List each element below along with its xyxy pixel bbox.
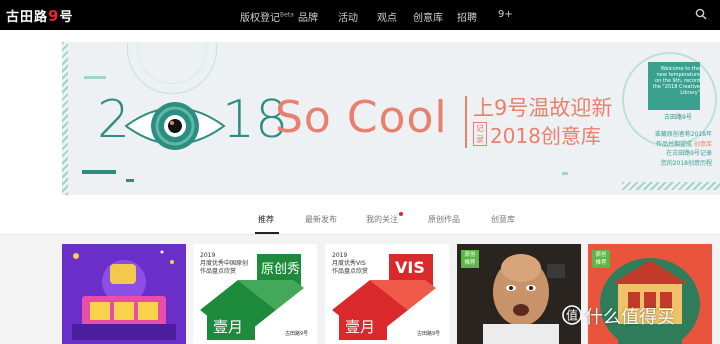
nav-events[interactable]: 活动 (338, 9, 358, 24)
banner-divider (465, 96, 467, 148)
banner-brand-small: 古田路9号 (664, 114, 692, 121)
card-month: 壹月 (213, 318, 244, 336)
banner-cn-line: 在古田路9号记录 (666, 150, 712, 157)
nav-creative-library[interactable]: 创意库 (413, 9, 443, 24)
card-brand: 古田路9号 (417, 331, 441, 337)
card-brand: 古田路9号 (285, 331, 309, 337)
card-title-line: 作品盘点欣赏 (332, 268, 369, 275)
card-title-line: 月度优秀中国原创 (200, 260, 249, 267)
banner-headline-cn-2: 2018创意库 (490, 124, 601, 148)
search-icon[interactable] (695, 8, 707, 20)
nav-opinions[interactable]: 观点 (377, 9, 397, 24)
nav-label: 版权登记 (240, 13, 280, 24)
nav-jobs[interactable]: 招聘 (457, 9, 477, 24)
card-title-line: 作品盘点欣赏 (200, 268, 237, 275)
banner-cn-line: 谁藏原创者称2018年 (654, 131, 712, 138)
nav-brand[interactable]: 品牌 (298, 9, 318, 24)
spring-festival-artwork (62, 244, 186, 344)
site-logo[interactable]: 古田路9号 (6, 6, 73, 25)
watermark-text: 什么值得买 (585, 307, 675, 328)
banner-headline-cn-1: 上9号温故迎新 (473, 96, 613, 120)
watermark-value-icon: 值 (562, 305, 582, 325)
work-card[interactable]: 2019 月度优秀VIS 作品盘点欣赏 VIS 壹月 古田路9号 (325, 244, 449, 344)
work-card[interactable]: 原创 推荐 (588, 244, 712, 344)
card-month: 壹月 (345, 318, 376, 336)
banner-headline-en: So Cool (275, 92, 448, 143)
logo-suffix: 号 (59, 10, 74, 25)
banner-dash-decoration (562, 172, 568, 175)
card-year: 2019 (332, 252, 348, 259)
beta-badge: Beta (280, 11, 294, 19)
tab-following[interactable]: 我的关注 (366, 214, 398, 225)
logo-text: 古田路 (6, 10, 49, 25)
banner-cn-blurb: 谁藏原创者称2018年 作品并期望成 创意库 在古田路9号记录 您的2018创意… (610, 130, 712, 168)
work-card[interactable]: 2019 月度优秀中国原创 作品盘点欣赏 原创秀 壹月 古田路9号 (193, 244, 317, 344)
badge-line: 原创 (595, 252, 607, 258)
card-year: 2019 (200, 252, 216, 259)
tab-creative-library[interactable]: 创意库 (491, 214, 515, 225)
banner-cn-line: 作品并期望成 创意库 (610, 140, 712, 150)
tab-latest[interactable]: 最新发布 (305, 214, 337, 225)
banner-dash-decoration (84, 76, 106, 79)
card-seal-text: 原创秀 (261, 262, 301, 277)
banner-stamp: 记录 (473, 122, 487, 146)
svg-text:值: 值 (566, 308, 578, 323)
banner-dash-decoration (126, 179, 134, 182)
banner-dash-decoration (82, 170, 116, 174)
top-nav-bar: 古田路9号 版权登记Beta 品牌 活动 观点 创意库 招聘 9+ (0, 0, 720, 30)
work-card[interactable]: 原创 推荐 (457, 244, 581, 344)
banner-stripe-bottom (622, 182, 720, 190)
card-seal-text: VIS (395, 258, 425, 277)
logo-nine: 9 (48, 7, 60, 25)
badge-line: 推荐 (464, 260, 476, 266)
nav-copyright-registration[interactable]: 版权登记Beta (240, 9, 294, 24)
badge-line: 原创 (464, 252, 476, 258)
notification-dot (399, 212, 403, 216)
card-title-line: 月度优秀VIS (332, 260, 366, 267)
banner-stripe-left (62, 42, 68, 195)
badge-line: 推荐 (595, 260, 607, 266)
original-recommended-badge: 原创 推荐 (592, 250, 610, 268)
banner-cn-highlight: 创意库 (693, 140, 712, 148)
banner-cn-line: 您的2018创意历程 (660, 159, 712, 167)
work-card[interactable] (62, 244, 186, 344)
banner-en-blurb: Welcome to the new temperature on the 9t… (652, 66, 700, 96)
nav-nine-plus[interactable]: 9+ (498, 9, 513, 20)
hero-banner[interactable]: 2 18 So Cool 上9号温故迎新 记录 2018创意库 Welcome … (62, 42, 720, 195)
original-recommended-badge: 原创 推荐 (461, 250, 479, 268)
tab-recommended[interactable]: 推荐 (258, 214, 274, 225)
banner-cn-segment: 作品并期望成 (656, 140, 693, 148)
tab-original-works[interactable]: 原创作品 (428, 214, 460, 225)
